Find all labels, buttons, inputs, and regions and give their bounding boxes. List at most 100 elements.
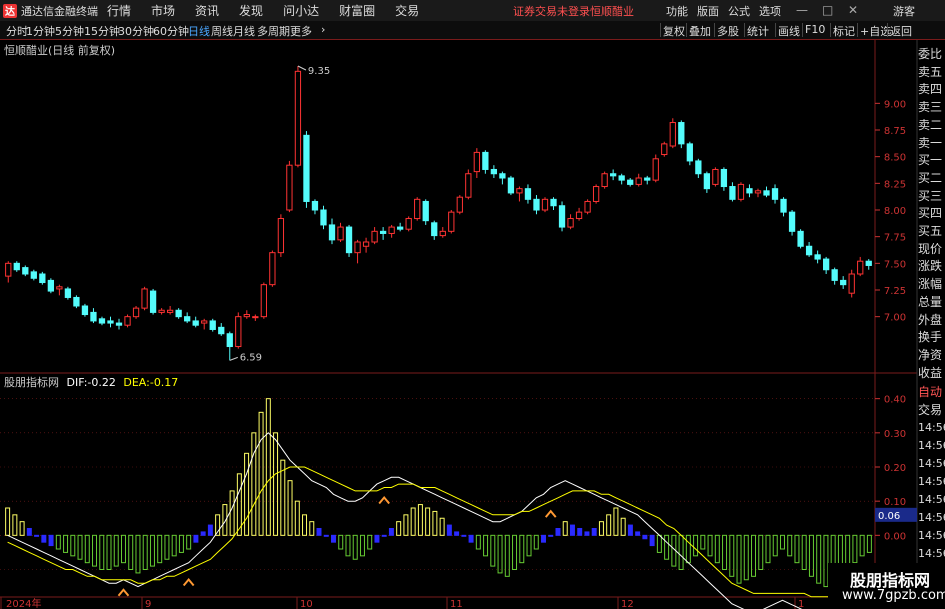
period-tab-3[interactable]: 15分钟 [84, 23, 120, 39]
minimize-button[interactable]: — [796, 3, 808, 17]
macd-bar [120, 534, 126, 564]
candle [286, 164, 293, 211]
maximize-button[interactable]: □ [822, 3, 833, 17]
macd-bar [714, 534, 720, 564]
candle [465, 173, 472, 198]
tool-button-1[interactable]: 叠加 [689, 23, 711, 39]
menu-item-4[interactable]: 问小达 [283, 2, 319, 19]
trade-label-1[interactable]: 交易 [918, 402, 945, 420]
more-chevron-icon[interactable]: › [321, 23, 325, 36]
macd-bar [186, 534, 192, 550]
candle [558, 205, 566, 228]
tool-separator [802, 23, 803, 37]
candle [184, 316, 191, 322]
macd-bar [620, 517, 626, 536]
period-tab-5[interactable]: 60分钟 [153, 23, 189, 39]
macd-bar [577, 528, 583, 536]
period-tab-7[interactable]: 周线 [211, 23, 233, 39]
macd-bar [772, 534, 778, 557]
login-notice[interactable]: 证券交易未登录 [513, 3, 590, 19]
stock-chart[interactable]: 7.00 7.25 7.50 7.75 8.00 8.25 8.50 8.75 9.00 9.35… [0, 0, 945, 609]
macd-bar [41, 534, 47, 543]
candle [243, 314, 250, 318]
macd-bar [258, 411, 264, 536]
macd-bar [693, 534, 699, 557]
side-label-8: 买三 [918, 188, 943, 203]
period-tab-1[interactable]: 1分钟 [26, 23, 55, 39]
side-label-18: 收益 [918, 365, 943, 380]
signal-arrow-icon [378, 495, 390, 505]
macd-bar [215, 514, 221, 536]
trade-label-0[interactable]: 自动 [918, 384, 945, 402]
macd-bar [852, 534, 858, 564]
macd-bar [642, 534, 648, 540]
extreme-pointer [229, 356, 238, 361]
tool-button-3[interactable]: 统计 [747, 23, 769, 39]
menu-item-6[interactable]: 交易 [395, 2, 419, 19]
period-tab-2[interactable]: 5分钟 [55, 23, 84, 39]
macd-tick-label: 0.10 [884, 497, 906, 508]
macd-bar [743, 534, 749, 581]
side-label-9: 买四 [918, 206, 943, 221]
macd-bar [475, 534, 481, 550]
side-label-4: 卖二 [918, 117, 943, 132]
candle [823, 258, 830, 271]
menu-item-3[interactable]: 发现 [239, 2, 263, 19]
menu-options[interactable]: 选项 [759, 3, 781, 19]
macd-bar [569, 524, 575, 536]
menu-item-5[interactable]: 财富圈 [339, 2, 375, 19]
tool-button-4[interactable]: 画线 [778, 23, 800, 39]
candle [661, 143, 668, 156]
menu-item-1[interactable]: 市场 [151, 2, 175, 19]
candle [814, 254, 821, 260]
candle [235, 316, 242, 348]
tool-button-8[interactable]: 返回 [890, 23, 912, 39]
tool-button-2[interactable]: 多股 [717, 23, 739, 39]
period-tab-8[interactable]: 月线 [233, 23, 255, 39]
macd-bar [519, 534, 525, 564]
menu-formula[interactable]: 公式 [728, 3, 750, 19]
macd-bar [99, 534, 105, 570]
user-guest[interactable]: 游客 [893, 3, 915, 19]
menu-function[interactable]: 功能 [666, 3, 688, 19]
macd-bar [656, 534, 662, 553]
macd-bar [787, 534, 793, 557]
macd-bar [338, 534, 344, 550]
tool-button-5[interactable]: F10 [805, 23, 825, 36]
menu-item-2[interactable]: 资讯 [195, 2, 219, 19]
candle [737, 183, 745, 200]
menu-item-0[interactable]: 行情 [107, 2, 131, 19]
candle [840, 279, 847, 286]
tool-button-6[interactable]: 标记 [833, 23, 855, 39]
period-tab-9[interactable]: 多周期 [257, 23, 290, 39]
dea-line [7, 466, 870, 598]
macd-bar [664, 534, 670, 560]
candle [422, 200, 429, 222]
period-tab-6[interactable]: 日线 [188, 23, 210, 39]
period-tab-4[interactable]: 30分钟 [118, 23, 154, 39]
macd-bar [504, 534, 510, 577]
side-label-7: 买二 [918, 170, 943, 185]
close-button[interactable]: ✕ [848, 3, 858, 17]
trade-time-0: 14:56 [918, 421, 945, 435]
candle [720, 168, 728, 188]
macd-legend: 股朋指标网 DIF:-0.22 DEA:-0.17 [4, 374, 178, 390]
quote-side-panel: 委比 卖五 卖四 卖三 卖二 卖一 买一 买二 买三 买四 买五 现价 涨跌 涨幅 总量 外盘 换手 净资 收益 [918, 46, 945, 382]
candle [294, 70, 302, 166]
period-tab-10[interactable]: 更多 [290, 23, 312, 39]
tool-button-0[interactable]: 复权 [663, 23, 685, 39]
candle [541, 198, 549, 211]
macd-bar [302, 514, 308, 536]
candle [115, 322, 123, 326]
macd-bar [193, 534, 199, 543]
tool-separator [744, 23, 745, 37]
candle [149, 290, 157, 313]
candle [166, 309, 174, 313]
period-tab-0[interactable]: 分时 [6, 23, 28, 39]
price-tick-label: 7.50 [884, 259, 906, 270]
candle [754, 190, 762, 194]
side-label-1: 卖五 [918, 64, 943, 79]
trade-time-1: 14:56 [918, 439, 945, 453]
macd-bar [584, 531, 590, 536]
menu-layout[interactable]: 版面 [697, 3, 719, 19]
